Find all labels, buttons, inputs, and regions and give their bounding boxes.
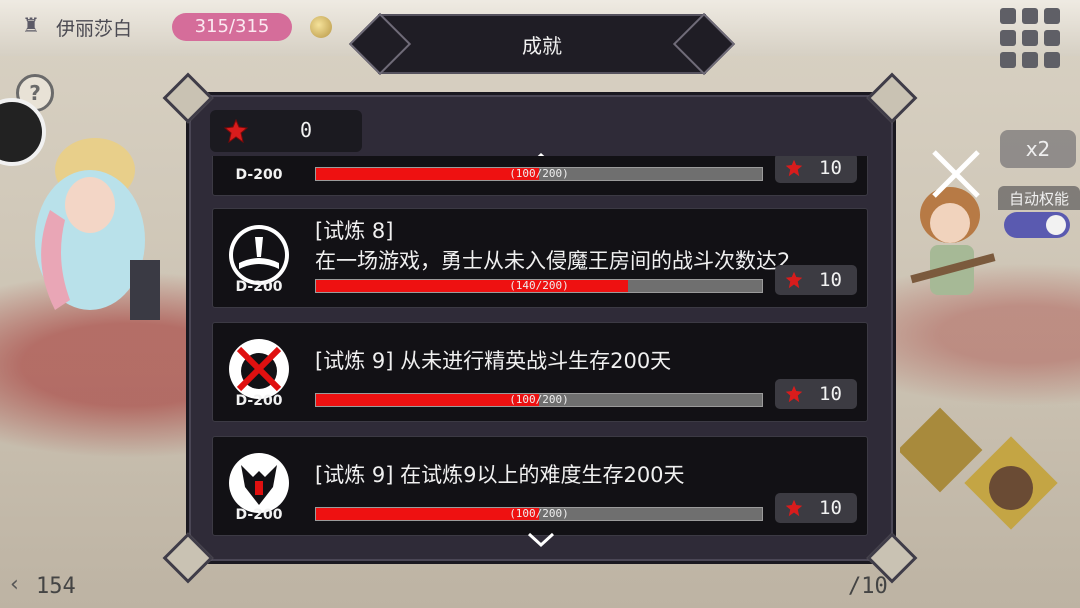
achievement-badge-label: D-200 bbox=[235, 167, 283, 183]
player-crest-icon: ♜ bbox=[22, 13, 40, 37]
achievement-title: [试炼 8] bbox=[315, 219, 394, 243]
reward-amount: 10 bbox=[819, 497, 842, 519]
grid-cell-icon bbox=[1000, 30, 1016, 46]
achievement-row[interactable]: D-200 [试炼 9] 从未进行精英战斗生存200天 (100/200) 10 bbox=[212, 322, 868, 422]
menu-grid-button[interactable] bbox=[1000, 8, 1066, 74]
auto-skill-label: 自动权能 bbox=[998, 186, 1080, 210]
red-gem-icon bbox=[785, 499, 803, 517]
progress-text: (100/200) bbox=[509, 507, 569, 520]
reward-amount: 10 bbox=[819, 157, 842, 179]
achievement-badge-label: D-200 bbox=[235, 279, 283, 295]
grid-cell-icon bbox=[1022, 30, 1038, 46]
chevron-left-icon[interactable]: ‹ bbox=[10, 572, 19, 597]
achievement-badge-label: D-200 bbox=[235, 393, 283, 409]
crossed-elite-emblem-icon bbox=[229, 339, 289, 399]
progress-text: (100/200) bbox=[509, 167, 569, 180]
progress-text: (100/200) bbox=[509, 393, 569, 406]
achievement-badge-label: D-200 bbox=[235, 507, 283, 523]
grid-cell-icon bbox=[1044, 52, 1060, 68]
dialog-title: 成就 bbox=[522, 34, 562, 58]
reward-button[interactable]: 10 bbox=[775, 493, 857, 523]
bottom-right-counter: /10 bbox=[848, 574, 888, 599]
bottom-left-counter: 154 bbox=[36, 574, 76, 599]
achievement-progress-bar: (100/200) bbox=[315, 393, 763, 407]
grid-cell-icon bbox=[1022, 52, 1038, 68]
achievement-row[interactable]: D-200 [试炼 9] 在试炼9以上的难度生存200天 (100/200) 1… bbox=[212, 436, 868, 536]
close-icon[interactable] bbox=[926, 144, 986, 204]
achievement-progress-bar: (140/200) bbox=[315, 279, 763, 293]
grid-cell-icon bbox=[1000, 52, 1016, 68]
reward-button[interactable]: 10 bbox=[775, 156, 857, 183]
progress-text: (140/200) bbox=[509, 279, 569, 292]
achievement-description: 在一场游戏，勇士从未入侵魔王房间的战斗次数达2 bbox=[315, 249, 791, 273]
hp-counter: 315/315 bbox=[172, 13, 292, 41]
achievement-row[interactable]: D-200 [试炼 8] 在一场游戏，勇士从未入侵魔王房间的战斗次数达2 (14… bbox=[212, 208, 868, 308]
book-emblem-icon bbox=[229, 225, 289, 285]
grid-cell-icon bbox=[1022, 8, 1038, 24]
red-gem-icon bbox=[224, 119, 248, 143]
card-slots-decoration bbox=[900, 407, 1058, 530]
achievement-row[interactable]: D-200 (100/200) 10 bbox=[212, 156, 868, 196]
speed-x2-button[interactable]: x2 bbox=[1000, 130, 1076, 168]
grid-cell-icon bbox=[1044, 30, 1060, 46]
achievement-title: [试炼 9] 从未进行精英战斗生存200天 bbox=[315, 349, 672, 373]
red-gem-icon bbox=[785, 159, 803, 177]
angel-character-sprite bbox=[35, 138, 160, 320]
achievement-progress-bar: (100/200) bbox=[315, 507, 763, 521]
grid-cell-icon bbox=[1044, 8, 1060, 24]
gem-count: 0 bbox=[300, 118, 313, 142]
reward-button[interactable]: 10 bbox=[775, 379, 857, 409]
player-name: 伊丽莎白 bbox=[56, 18, 133, 40]
gem-balance: 0 bbox=[210, 110, 362, 152]
reward-amount: 10 bbox=[819, 383, 842, 405]
grid-cell-icon bbox=[1000, 8, 1016, 24]
reward-button[interactable]: 10 bbox=[775, 265, 857, 295]
reward-amount: 10 bbox=[819, 269, 842, 291]
achievement-list[interactable]: D-200 (100/200) 10 D-200 [试炼 8] 在一场游戏，勇士… bbox=[212, 156, 868, 536]
dialog-title-plate: 成就 bbox=[378, 14, 706, 74]
achievement-title: [试炼 9] 在试炼9以上的难度生存200天 bbox=[315, 463, 685, 487]
red-gem-icon bbox=[785, 271, 803, 289]
auto-skill-toggle[interactable] bbox=[1004, 212, 1070, 238]
demon-mask-emblem-icon bbox=[229, 453, 289, 513]
coin-icon bbox=[310, 16, 332, 38]
scroll-down-chevron-icon[interactable] bbox=[526, 530, 556, 550]
red-gem-icon bbox=[785, 385, 803, 403]
achievement-progress-bar: (100/200) bbox=[315, 167, 763, 181]
